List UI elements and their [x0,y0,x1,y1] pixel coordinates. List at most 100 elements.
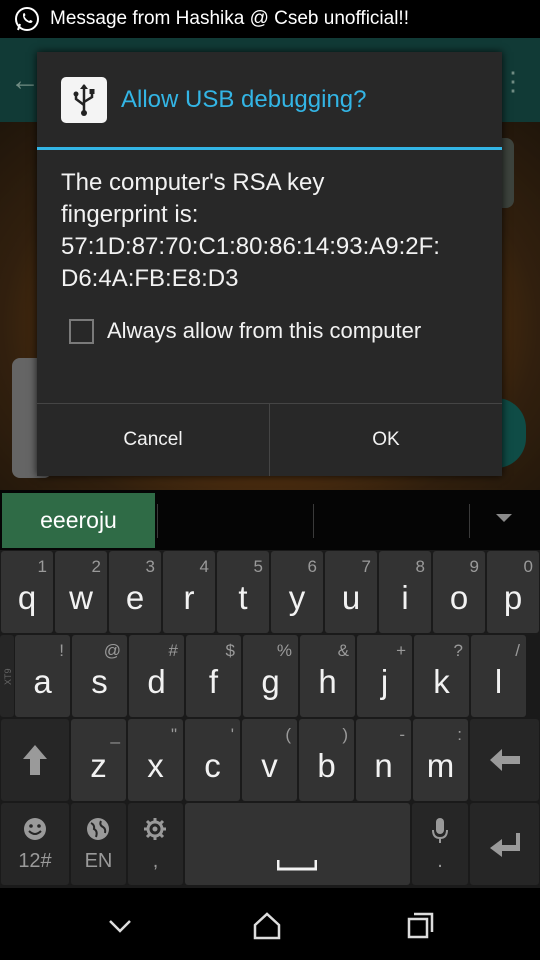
gear-icon [144,818,166,840]
key-label: q [17,579,37,616]
key-alt-label: : [457,725,462,744]
key-alt-label: 9 [469,557,479,576]
key-v[interactable]: (v [242,719,297,801]
key-label: k [433,663,450,700]
key-l[interactable]: / l [471,635,526,717]
enter-key[interactable] [470,803,539,885]
key-alt-label: 0 [523,557,533,576]
status-bar: Message from Hashika @ Cseb unofficial!! [0,0,540,38]
key-alt-label: @ [103,641,121,660]
notification-text: Message from Hashika @ Cseb unofficial!! [50,8,409,29]
key-label: d [147,663,166,700]
key-label: w [69,579,93,616]
dialog-message-line: fingerprint is: [61,201,199,228]
numbers-label: 12# [18,850,52,872]
language-key[interactable]: EN [71,803,126,885]
always-allow-label[interactable]: Always allow from this computer [107,318,421,344]
key-o[interactable]: 9o [433,551,485,633]
key-c[interactable]: ' c [185,719,240,801]
key-alt-label: 4 [199,557,209,576]
key-a[interactable]: ! a [15,635,70,717]
key-alt-label: ( [285,725,291,744]
key-alt-label: 6 [307,557,317,576]
always-allow-row[interactable]: Always allow from this computer [69,318,421,344]
key-h[interactable]: & h [300,635,355,717]
backspace-key[interactable] [470,719,539,801]
recents-icon[interactable] [400,906,440,946]
key-alt-label: 1 [37,557,47,576]
shift-key[interactable] [1,719,69,801]
key-g[interactable]: % g [243,635,298,717]
dialog-title-divider [37,147,502,150]
key-alt-label: & [337,641,349,660]
key-n[interactable]: -n [356,719,411,801]
key-f[interactable]: $ f [186,635,241,717]
cancel-button[interactable]: Cancel [37,404,269,476]
key-label: g [261,663,280,700]
dialog-message: The computer's RSA key fingerprint is: 5… [61,167,481,295]
comma-label: , [152,850,159,872]
keyboard: 1q2w3e4r5t6y7u8i9o0p XT9 ! a @ s # d $ f% g & h + j?… [0,550,540,888]
space-key[interactable] [185,803,410,885]
dialog-message-line: The computer's RSA key [61,169,325,196]
key-e[interactable]: 3e [109,551,161,633]
keyboard-row: 12# EN , . [0,802,540,886]
key-b[interactable]: ) b [299,719,354,801]
key-alt-label: ! [59,641,64,660]
key-alt-label: 3 [145,557,155,576]
key-label: a [33,663,52,700]
key-r[interactable]: 4r [163,551,215,633]
key-alt-label: 2 [91,557,101,576]
suggestion-divider [313,504,314,538]
enter-icon [490,833,520,857]
key-label: x [147,747,164,784]
key-t[interactable]: 5t [217,551,269,633]
keyboard-row: 1q2w3e4r5t6y7u8i9o0p [0,550,540,634]
key-m[interactable]: :m [413,719,468,801]
emoji-numbers-key[interactable]: 12# [1,803,69,885]
keyboard-row: _ z " x ' c(v) b - n: m [0,718,540,802]
key-alt-label: - [399,725,405,744]
key-d[interactable]: # d [129,635,184,717]
expand-suggestions-icon[interactable] [496,514,512,522]
home-icon[interactable] [247,906,287,946]
suggestion-strip: eeeroju [0,490,540,550]
dialog-title: Allow USB debugging? [121,85,367,113]
key-alt-label: 8 [415,557,425,576]
smiley-icon [24,818,46,840]
key-u[interactable]: 7u [325,551,377,633]
key-alt-label: 7 [361,557,371,576]
ok-button[interactable]: OK [270,404,502,476]
settings-comma-key[interactable]: , [128,803,183,885]
key-w[interactable]: 2w [55,551,107,633]
key-label: y [288,579,306,616]
usb-icon [61,76,107,123]
key-label: z [90,747,107,784]
key-alt-label: % [276,641,292,660]
period-label: . [437,850,443,872]
key-q[interactable]: 1q [1,551,53,633]
space-icon [277,860,317,871]
key-j[interactable]: + j [357,635,412,717]
key-label: t [238,579,248,616]
key-z[interactable]: _ z [71,719,126,801]
key-label: j [380,663,389,700]
voice-period-key[interactable]: . [412,803,468,885]
key-label: l [494,663,503,700]
key-i[interactable]: 8i [379,551,431,633]
key-k[interactable]: ? k [414,635,469,717]
globe-icon [87,818,109,840]
key-x[interactable]: " x [128,719,183,801]
back-icon[interactable] [100,906,140,946]
key-s[interactable]: @ s [72,635,127,717]
key-y[interactable]: 6y [271,551,323,633]
key-p[interactable]: 0p [487,551,539,633]
xt9-indicator: XT9 [0,635,14,717]
dialog-header: Allow USB debugging? [37,52,502,147]
always-allow-checkbox[interactable] [69,318,94,344]
key-label: p [503,579,523,616]
suggestion-item[interactable]: eeeroju [2,493,155,548]
key-alt-label: $ [225,641,235,660]
key-alt-label: / [515,641,520,660]
key-label: s [91,663,108,700]
